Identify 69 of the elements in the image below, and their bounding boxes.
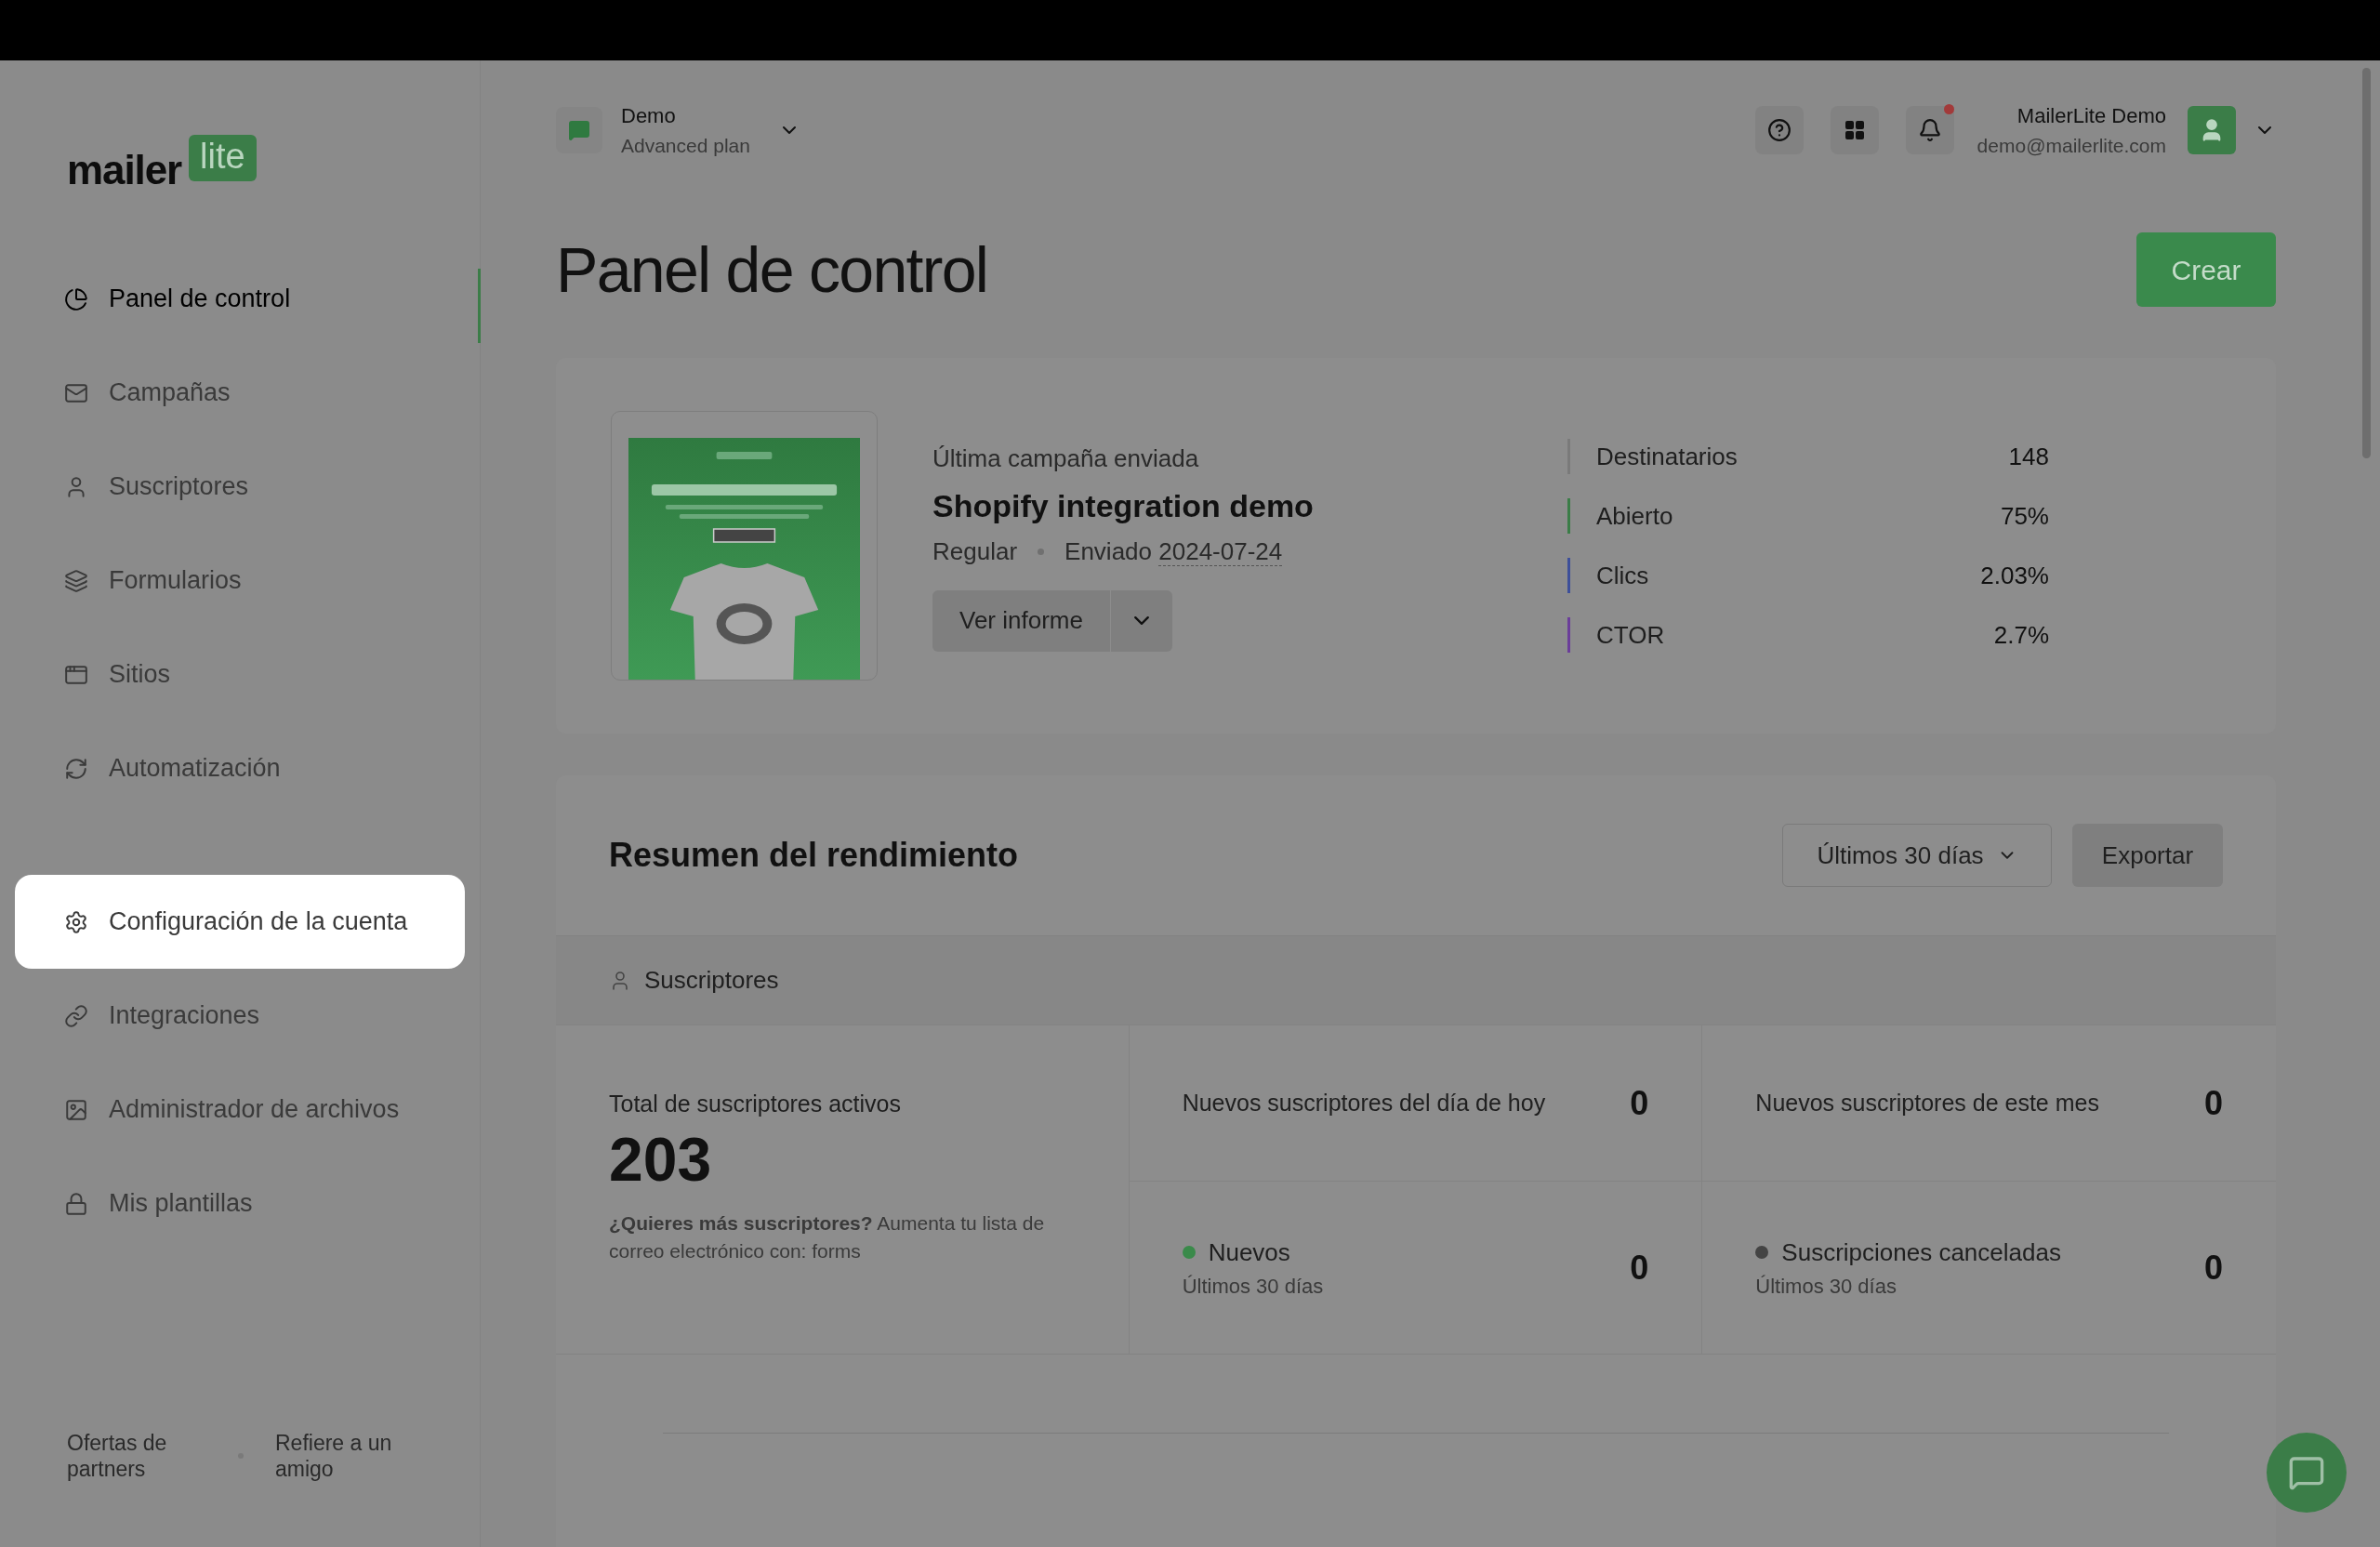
nav-item[interactable]: Administrador de archivos	[15, 1063, 465, 1157]
pie-chart-icon	[64, 286, 88, 311]
metric-value: 0	[1630, 1247, 1649, 1289]
user-email: demo@mailerlite.com	[1977, 133, 2166, 158]
section-label: Suscriptores	[644, 965, 779, 996]
help-icon	[1766, 118, 1792, 142]
account-name: Demo	[621, 102, 677, 129]
metric-value: 0	[2203, 1082, 2223, 1124]
legend-sublabel: Últimos 30 días	[1755, 1273, 1897, 1300]
view-report-button[interactable]: Ver informe	[932, 589, 1111, 652]
stat-value: 75%	[2000, 500, 2049, 532]
notifications-button[interactable]	[1905, 106, 1954, 154]
email-thumbnail[interactable]	[611, 411, 878, 681]
chat-bubble-icon	[568, 119, 590, 141]
page-title: Panel de control	[556, 233, 988, 307]
nav-item[interactable]: Suscriptores	[15, 440, 465, 534]
chat-icon	[2288, 1454, 2325, 1491]
campaign-caption: Última campaña enviada	[932, 443, 1200, 474]
user-name: MailerLite Demo	[2016, 102, 2166, 129]
help-button[interactable]	[1754, 106, 1804, 154]
image-icon	[64, 1097, 88, 1122]
lock-icon	[64, 1191, 88, 1216]
user-avatar[interactable]	[2188, 106, 2236, 154]
footer-link[interactable]: Refiere a un amigo	[275, 1430, 415, 1482]
nav-item[interactable]: Configuración de la cuenta	[15, 875, 465, 969]
stat-label: Clics	[1596, 560, 1649, 591]
chevron-down-icon	[1133, 616, 1149, 625]
campaign-sent-date: Enviado 2024-07-24	[1064, 536, 1283, 568]
layers-icon	[64, 568, 88, 593]
nav-item[interactable]: Integraciones	[15, 969, 465, 1063]
metric-value: 0	[2203, 1247, 2223, 1289]
campaign-type: Regular	[932, 536, 1018, 567]
logo-wordmark: mailer	[67, 150, 182, 191]
metric-label: Nuevos suscriptores del día de hoy	[1182, 1088, 1546, 1117]
stat-label: Destinatarios	[1596, 441, 1738, 472]
nav-item[interactable]: Mis plantillas	[15, 1157, 465, 1250]
footer-link[interactable]: Ofertas de partners	[67, 1430, 206, 1482]
export-button[interactable]: Exportar	[2072, 824, 2223, 887]
metric-value: 0	[1630, 1082, 1649, 1124]
stat-value: 148	[2008, 441, 2049, 472]
apps-button[interactable]	[1830, 106, 1879, 154]
scrollbar-thumb[interactable]	[2362, 68, 2371, 458]
total-value: 203	[609, 1123, 713, 1196]
refresh-icon	[64, 756, 88, 781]
section-title: Resumen del rendimiento	[609, 835, 1019, 876]
nav-item[interactable]: Campañas	[15, 346, 465, 440]
grid-icon	[1843, 119, 1866, 141]
legend-label: Suscripciones canceladas	[1781, 1236, 2061, 1268]
hint-text: ¿Quieres más suscriptores? Aumenta tu lista de correo electrónico con: forms	[609, 1210, 1046, 1263]
metric-label: Nuevos suscriptores de este mes	[1755, 1088, 2099, 1117]
nav-item[interactable]: Automatización	[15, 721, 465, 815]
total-label: Total de suscriptores activos	[609, 1090, 903, 1118]
legend-label: Nuevos	[1208, 1236, 1290, 1268]
campaign-name: Shopify integration demo	[932, 486, 1315, 525]
stat-value: 2.7%	[1993, 619, 2049, 651]
settings-icon	[64, 909, 88, 934]
account-plan: Advanced plan	[621, 133, 750, 158]
stat-value: 2.03%	[1980, 560, 2049, 591]
bell-icon	[1917, 118, 1942, 142]
stat-label: CTOR	[1596, 619, 1665, 651]
period-dropdown[interactable]: Últimos 30 días	[1782, 824, 2052, 887]
link-icon	[64, 1003, 88, 1028]
create-button[interactable]: Crear	[2136, 232, 2276, 307]
nav-item[interactable]: Formularios	[15, 534, 465, 628]
legend-sublabel: Últimos 30 días	[1182, 1273, 1324, 1300]
nav-item[interactable]: Sitios	[15, 628, 465, 721]
nav-item[interactable]: Panel de control	[15, 252, 465, 346]
logo-badge: lite	[189, 135, 257, 181]
stat-label: Abierto	[1596, 500, 1673, 532]
